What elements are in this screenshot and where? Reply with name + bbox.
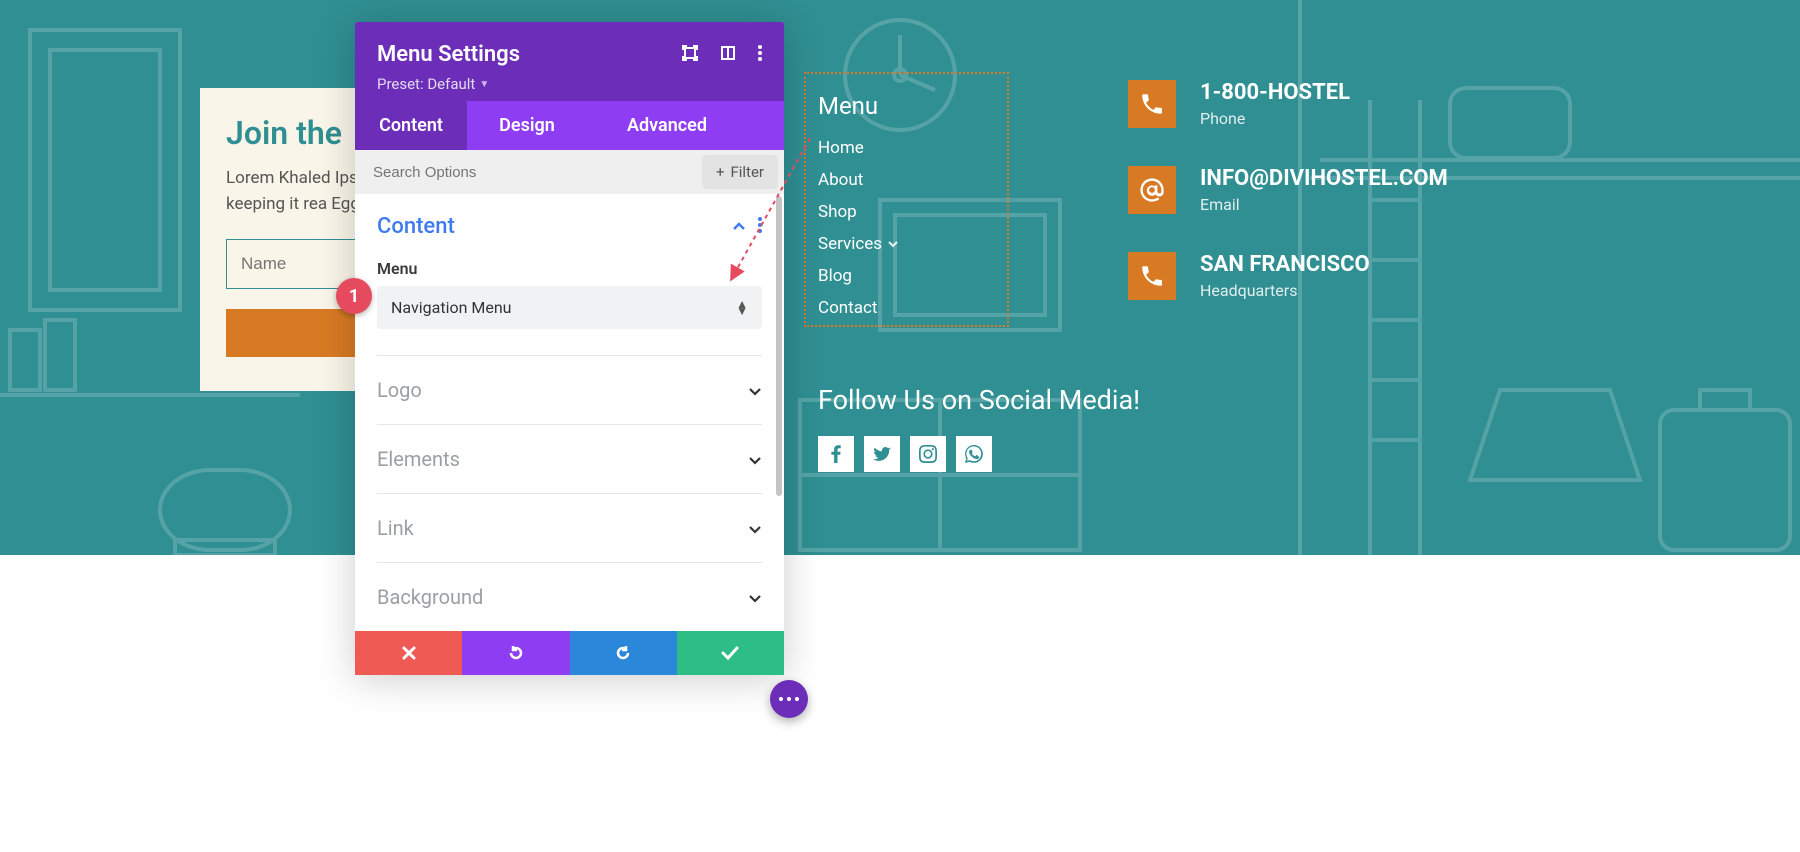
redo-icon (614, 644, 632, 662)
chevron-down-icon (748, 516, 762, 540)
menu-item-label: About (818, 170, 863, 190)
menu-item-home[interactable]: Home (818, 132, 995, 164)
background-label: Background (377, 585, 483, 609)
tab-content[interactable]: Content (355, 101, 467, 150)
menu-settings-panel: Menu Settings Preset: Default ▼ Content … (355, 22, 784, 675)
chevron-down-icon (748, 447, 762, 471)
close-icon (402, 646, 416, 660)
menu-item-blog[interactable]: Blog (818, 260, 995, 292)
menu-item-label: Blog (818, 266, 852, 286)
elements-section[interactable]: Elements (377, 424, 762, 493)
phone-icon (1128, 80, 1176, 128)
check-icon (721, 646, 739, 660)
menu-column: Menu Home About Shop Services Blog Conta… (804, 72, 1009, 327)
facebook-icon[interactable] (818, 436, 854, 472)
content-section-header[interactable]: Content (377, 214, 762, 239)
background-section[interactable]: Background (377, 562, 762, 631)
dot-icon (795, 697, 799, 701)
menu-item-label: Contact (818, 298, 877, 318)
panel-title: Menu Settings (377, 42, 520, 67)
menu-select-value: Navigation Menu (391, 298, 512, 317)
location-label: Headquarters (1200, 281, 1370, 300)
panel-header: Menu Settings Preset: Default ▼ (355, 22, 784, 101)
whatsapp-icon[interactable] (956, 436, 992, 472)
link-label: Link (377, 516, 414, 540)
logo-label: Logo (377, 378, 422, 402)
email-label: Email (1200, 195, 1448, 214)
contact-location: SAN FRANCISCO Headquarters (1128, 252, 1448, 300)
kebab-icon[interactable] (758, 45, 762, 65)
menu-item-label: Home (818, 138, 864, 158)
redo-button[interactable] (570, 631, 677, 675)
instagram-icon[interactable] (910, 436, 946, 472)
fab-button[interactable] (770, 680, 808, 718)
chevron-down-icon (748, 378, 762, 402)
save-button[interactable] (677, 631, 784, 675)
menu-item-label: Services (818, 234, 882, 254)
menu-list: Home About Shop Services Blog Contact (818, 132, 995, 324)
logo-section[interactable]: Logo (377, 355, 762, 424)
expand-icon[interactable] (682, 45, 698, 65)
chevron-down-icon (748, 585, 762, 609)
search-input[interactable] (355, 152, 696, 193)
preset-select[interactable]: Preset: Default ▼ (377, 75, 762, 93)
action-bar (355, 631, 784, 675)
dot-icon (787, 697, 791, 701)
preset-label: Preset: Default (377, 75, 475, 93)
content-section-title: Content (377, 214, 455, 239)
phone-value: 1-800-HOSTEL (1200, 80, 1350, 105)
undo-button[interactable] (462, 631, 569, 675)
caret-down-icon: ▼ (479, 79, 489, 90)
menu-item-contact[interactable]: Contact (818, 292, 995, 324)
dot-icon (779, 697, 783, 701)
social-section: Follow Us on Social Media! (818, 384, 1140, 472)
menu-item-about[interactable]: About (818, 164, 995, 196)
contact-phone: 1-800-HOSTEL Phone (1128, 80, 1448, 128)
menu-select[interactable]: Navigation Menu ▲▼ (377, 286, 762, 329)
location-value: SAN FRANCISCO (1200, 252, 1370, 277)
contact-email: INFO@DIVIHOSTEL.COM Email (1128, 166, 1448, 214)
columns-icon[interactable] (720, 45, 736, 65)
menu-field-label: Menu (377, 259, 762, 278)
chevron-down-icon (888, 238, 898, 251)
email-value: INFO@DIVIHOSTEL.COM (1200, 166, 1448, 191)
tab-design[interactable]: Design (467, 101, 587, 150)
cancel-button[interactable] (355, 631, 462, 675)
phone-label: Phone (1200, 109, 1350, 128)
menu-title: Menu (818, 92, 995, 120)
twitter-icon[interactable] (864, 436, 900, 472)
contacts-column: 1-800-HOSTEL Phone INFO@DIVIHOSTEL.COM E… (1128, 80, 1448, 338)
link-section[interactable]: Link (377, 493, 762, 562)
step-badge-1: 1 (336, 278, 372, 314)
phone-icon (1128, 252, 1176, 300)
menu-item-services[interactable]: Services (818, 228, 995, 260)
menu-item-label: Shop (818, 202, 857, 222)
at-icon (1128, 166, 1176, 214)
elements-label: Elements (377, 447, 460, 471)
updown-icon: ▲▼ (736, 301, 748, 315)
annotation-arrow (720, 130, 820, 300)
menu-item-shop[interactable]: Shop (818, 196, 995, 228)
undo-icon (507, 644, 525, 662)
social-title: Follow Us on Social Media! (818, 384, 1140, 416)
